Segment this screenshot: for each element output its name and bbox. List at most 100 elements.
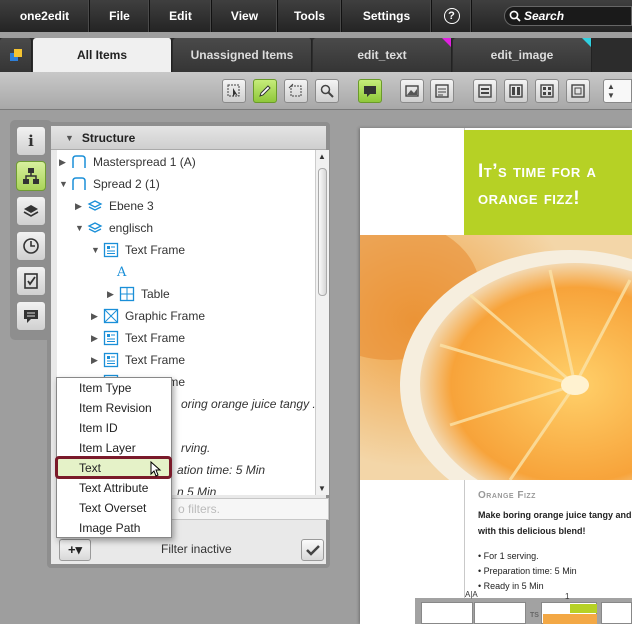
structure-panel-header[interactable]: ▼ Structure: [51, 126, 326, 150]
pencil-tool-icon: [259, 85, 271, 97]
collapse-icon[interactable]: ▼: [75, 223, 87, 233]
tasks-button[interactable]: [16, 266, 46, 296]
dropdown-item-label: Text Attribute: [79, 481, 149, 495]
search-box[interactable]: [504, 6, 632, 26]
zoom-tool-button[interactable]: [315, 79, 339, 103]
collapse-icon[interactable]: ▼: [59, 179, 71, 189]
collapse-icon[interactable]: ▼: [65, 133, 74, 143]
tree-row-masterspread[interactable]: ▶ Masterspread 1 (A): [59, 152, 196, 172]
comment-tool-button[interactable]: [358, 79, 382, 103]
info-button[interactable]: i: [16, 126, 46, 156]
scroll-thumb[interactable]: [318, 168, 327, 296]
text-view-icon: [435, 84, 449, 98]
tab-edit-text[interactable]: edit_text: [313, 38, 452, 72]
layout-3-button[interactable]: [535, 79, 559, 103]
tree-scrollbar[interactable]: ▲ ▼: [315, 150, 329, 495]
menu-tools[interactable]: Tools: [278, 0, 342, 32]
app-logo-tab[interactable]: [0, 38, 32, 72]
page-thumbnail[interactable]: [474, 602, 526, 624]
page-thumbnails: A|A TS 1: [415, 590, 632, 624]
graphic-frame-icon: [103, 308, 119, 324]
tab-bar: All Items Unassigned Items edit_text edi…: [0, 38, 632, 72]
comments-button[interactable]: [16, 301, 46, 331]
image-view-button[interactable]: [400, 79, 424, 103]
filter-status: Filter inactive: [161, 542, 232, 556]
frame-tool-button[interactable]: [284, 79, 308, 103]
expand-icon[interactable]: ▶: [91, 311, 103, 322]
menu-settings[interactable]: Settings: [342, 0, 432, 32]
tree-row-layer[interactable]: ▼ englisch: [75, 218, 153, 238]
tree-row-text-content[interactable]: n 5 Min: [177, 482, 216, 495]
layout-4-icon: [571, 84, 585, 98]
select-tool-button[interactable]: [222, 79, 246, 103]
dropdown-item-image-path[interactable]: Image Path: [57, 518, 171, 538]
dropdown-item-item-id[interactable]: Item ID: [57, 418, 171, 438]
tree-row-graphic-frame[interactable]: ▶ Graphic Frame: [91, 306, 205, 326]
panel-footer: +▾ Filter inactive: [51, 536, 326, 564]
menu-help[interactable]: ?: [432, 0, 472, 32]
page-thumbnail[interactable]: [601, 602, 632, 624]
tree-label: Table: [141, 287, 170, 301]
tasks-icon: [24, 273, 38, 289]
tree-row-text-frame[interactable]: ▶ Text Frame: [91, 328, 185, 348]
menu-one2edit[interactable]: one2edit: [0, 0, 90, 32]
structure-button[interactable]: [16, 161, 46, 191]
expand-icon[interactable]: ▶: [75, 201, 87, 212]
tree-row-text-content[interactable]: rving.: [181, 438, 210, 458]
tree-row-spread[interactable]: ▼ Spread 2 (1): [59, 174, 160, 194]
tree-row-text[interactable]: A: [117, 262, 126, 282]
menu-file[interactable]: File: [90, 0, 150, 32]
document-page[interactable]: It’s time for a orange fizz! Orange Fizz…: [360, 128, 632, 624]
expand-icon[interactable]: ▶: [91, 355, 103, 366]
page-number: 1: [565, 592, 570, 601]
pencil-tool-button[interactable]: [253, 79, 277, 103]
apply-filter-button[interactable]: [301, 539, 324, 561]
menu-view[interactable]: View: [212, 0, 278, 32]
expand-icon[interactable]: ▶: [59, 157, 71, 168]
tab-label: edit_text: [357, 48, 407, 62]
dropdown-item-text-overset[interactable]: Text Overset: [57, 498, 171, 518]
tree-row-text-frame[interactable]: ▼ Text Frame: [91, 240, 185, 260]
body-line: Make boring orange juice tangy and fiz: [478, 510, 632, 520]
search-input[interactable]: [524, 9, 624, 23]
headline-text[interactable]: It’s time for a orange fizz!: [478, 158, 596, 212]
layout-4-button[interactable]: [566, 79, 590, 103]
dropdown-item-item-revision[interactable]: Item Revision: [57, 398, 171, 418]
menu-edit[interactable]: Edit: [150, 0, 212, 32]
tab-all-items[interactable]: All Items: [33, 38, 172, 72]
dropdown-item-text[interactable]: Text: [55, 456, 172, 479]
scroll-down-icon[interactable]: ▼: [318, 484, 326, 493]
text-view-button[interactable]: [430, 79, 454, 103]
layers-button[interactable]: [16, 196, 46, 226]
headline-box[interactable]: It’s time for a orange fizz!: [464, 130, 632, 235]
tree-row-text-content[interactable]: ation time: 5 Min: [177, 460, 265, 480]
body-text[interactable]: Make boring orange juice tangy and fiz w…: [478, 507, 632, 539]
tree-row-layer[interactable]: ▶ Ebene 3: [75, 196, 154, 216]
bullet-list[interactable]: • For 1 serving. • Preparation time: 5 M…: [478, 549, 577, 594]
tab-unassigned-items[interactable]: Unassigned Items: [173, 38, 312, 72]
layout-1-button[interactable]: [473, 79, 497, 103]
scroll-up-icon[interactable]: ▲: [318, 152, 326, 161]
tree-row-text-frame[interactable]: ▶ Text Frame: [91, 350, 185, 370]
history-button[interactable]: [16, 231, 46, 261]
add-filter-button[interactable]: +▾: [59, 539, 91, 561]
tab-edit-image[interactable]: edit_image: [453, 38, 592, 72]
collapse-icon[interactable]: ▼: [91, 245, 103, 255]
tree-row-text-content[interactable]: oring orange juice tangy ...: [181, 394, 315, 414]
page-thumbnail[interactable]: [421, 602, 473, 624]
expand-icon[interactable]: ▶: [91, 333, 103, 344]
section-title[interactable]: Orange Fizz: [478, 490, 536, 501]
dropdown-item-text-attribute[interactable]: Text Attribute: [57, 478, 171, 498]
toolbar-stepper[interactable]: ▲ ▼: [603, 79, 632, 103]
tree-label: Spread 2 (1): [93, 177, 160, 191]
dropdown-item-label: Item Type: [79, 381, 132, 395]
expand-icon[interactable]: ▶: [107, 289, 119, 300]
image-view-icon: [405, 85, 419, 97]
bullet-item: • Ready in 5 Min: [478, 581, 544, 591]
layout-2-button[interactable]: [504, 79, 528, 103]
dropdown-item-item-type[interactable]: Item Type: [57, 378, 171, 398]
tree-row-table[interactable]: ▶ Table: [107, 284, 170, 304]
page-thumbnail-current[interactable]: [541, 602, 597, 624]
dropdown-item-item-layer[interactable]: Item Layer: [57, 438, 171, 458]
orange-photo[interactable]: [360, 235, 632, 480]
